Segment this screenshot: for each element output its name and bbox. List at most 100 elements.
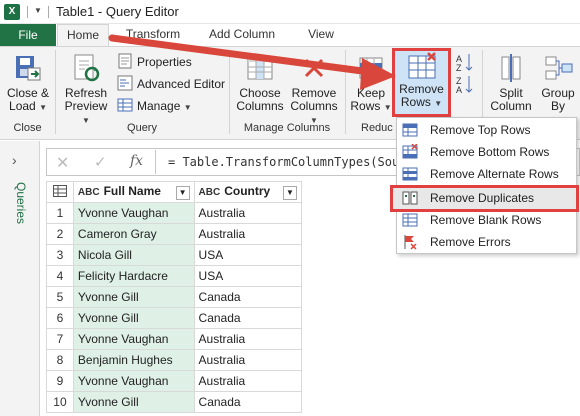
- table-row[interactable]: 2 Cameron Gray Australia: [46, 223, 303, 245]
- cell-full-name[interactable]: Yvonne Vaughan: [72, 328, 195, 350]
- properties-icon: [118, 53, 132, 69]
- menu-item-remove-alternate-rows[interactable]: Remove Alternate Rows: [397, 163, 576, 185]
- data-grid: ABC Full Name ▼ ABC Country ▼ 1 Yvonne Vaugha…: [46, 181, 303, 416]
- row-number[interactable]: 1: [46, 202, 74, 224]
- row-number[interactable]: 9: [46, 370, 74, 392]
- expand-nav-chevron-icon[interactable]: ›: [12, 152, 17, 168]
- excel-app-icon: X: [4, 4, 20, 20]
- row-number[interactable]: 5: [46, 286, 74, 308]
- column-filter-dropdown-icon[interactable]: ▼: [175, 186, 190, 200]
- title-bar-divider: [27, 6, 28, 18]
- group-by-icon: [545, 56, 573, 80]
- table-row[interactable]: 4 Felicity Hardacre USA: [46, 265, 303, 287]
- window-title: Table1 - Query Editor: [56, 4, 179, 19]
- row-number[interactable]: 4: [46, 265, 74, 287]
- group-label-query: Query: [127, 122, 157, 134]
- keep-rows-button[interactable]: Keep Rows ▼: [350, 50, 392, 120]
- column-header-country[interactable]: ABC Country ▼: [193, 181, 303, 203]
- tab-home[interactable]: Home: [57, 24, 109, 46]
- remove-blank-rows-icon: [402, 213, 418, 227]
- column-filter-dropdown-icon[interactable]: ▼: [283, 186, 297, 200]
- cell-country[interactable]: Canada: [193, 391, 303, 413]
- split-column-icon: [501, 54, 521, 82]
- row-number[interactable]: 10: [46, 391, 74, 413]
- table-row[interactable]: 10 Yvonne Gill Canada: [46, 391, 303, 413]
- text-type-icon: ABC: [77, 187, 100, 198]
- tab-add-column[interactable]: Add Column: [200, 24, 284, 46]
- cell-full-name[interactable]: Benjamin Hughes: [72, 349, 195, 371]
- cell-country[interactable]: USA: [193, 244, 303, 266]
- group-by-button[interactable]: Group By: [537, 50, 579, 120]
- remove-rows-button[interactable]: Remove Rows ▼: [395, 50, 448, 120]
- refresh-preview-button[interactable]: Refresh Preview ▼: [62, 50, 110, 125]
- column-header-full-name[interactable]: ABC Full Name ▼: [72, 181, 195, 203]
- menu-item-remove-bottom-rows[interactable]: Remove Bottom Rows: [397, 141, 576, 163]
- cell-country[interactable]: Canada: [193, 307, 303, 329]
- tab-view[interactable]: View: [300, 24, 342, 46]
- queries-nav-label[interactable]: Queries: [8, 182, 28, 262]
- row-number[interactable]: 8: [46, 349, 74, 371]
- table-row[interactable]: 5 Yvonne Gill Canada: [46, 286, 303, 308]
- cell-country[interactable]: Australia: [193, 370, 303, 392]
- advanced-editor-button[interactable]: Advanced Editor: [117, 74, 225, 94]
- remove-errors-icon: [404, 235, 417, 250]
- cell-country[interactable]: Canada: [193, 286, 303, 308]
- remove-rows-icon: [408, 52, 436, 79]
- text-type-icon: ABC: [198, 187, 221, 198]
- cell-country[interactable]: Australia: [193, 349, 303, 371]
- row-number[interactable]: 3: [46, 244, 74, 266]
- remove-columns-icon: [304, 58, 324, 78]
- table-row[interactable]: 1 Yvonne Vaughan Australia: [46, 202, 303, 224]
- manage-icon: [117, 98, 133, 112]
- group-label-manage-columns: Manage Columns: [243, 122, 331, 134]
- remove-top-rows-icon: [402, 123, 418, 137]
- row-number[interactable]: 7: [46, 328, 74, 350]
- cell-full-name[interactable]: Nicola Gill: [72, 244, 195, 266]
- formula-cancel-icon[interactable]: ✕: [56, 153, 69, 173]
- menu-item-remove-duplicates[interactable]: Remove Duplicates: [397, 187, 576, 209]
- table-row[interactable]: 9 Yvonne Vaughan Australia: [46, 370, 303, 392]
- formula-input[interactable]: = Table.TransformColumnTypes(Source: [168, 155, 421, 169]
- menu-item-remove-errors[interactable]: Remove Errors: [397, 231, 576, 253]
- menu-item-remove-top-rows[interactable]: Remove Top Rows: [397, 119, 576, 141]
- cell-full-name[interactable]: Felicity Hardacre: [72, 265, 195, 287]
- quick-access-dropdown-icon[interactable]: ▼: [32, 4, 44, 18]
- properties-button[interactable]: Properties: [117, 52, 192, 72]
- manage-button[interactable]: Manage ▼: [117, 96, 192, 116]
- cell-full-name[interactable]: Yvonne Gill: [72, 391, 195, 413]
- table-row[interactable]: 3 Nicola Gill USA: [46, 244, 303, 266]
- formula-confirm-icon[interactable]: ✓: [94, 153, 107, 171]
- formula-fx-icon[interactable]: fx: [130, 153, 143, 169]
- cell-full-name[interactable]: Yvonne Gill: [72, 307, 195, 329]
- choose-columns-button[interactable]: Choose Columns: [236, 50, 284, 120]
- svg-text:A: A: [456, 85, 462, 95]
- cell-country[interactable]: USA: [193, 265, 303, 287]
- keep-rows-icon: [359, 57, 383, 79]
- close-load-icon: [16, 56, 41, 81]
- cell-full-name[interactable]: Yvonne Gill: [72, 286, 195, 308]
- cell-country[interactable]: Australia: [193, 202, 303, 224]
- sort-buttons[interactable]: A Z Z A: [455, 52, 475, 96]
- remove-duplicates-icon: [402, 191, 418, 205]
- remove-columns-button[interactable]: Remove Columns ▼: [287, 50, 341, 125]
- cell-full-name[interactable]: Cameron Gray: [72, 223, 195, 245]
- table-row[interactable]: 7 Yvonne Vaughan Australia: [46, 328, 303, 350]
- table-row[interactable]: 8 Benjamin Hughes Australia: [46, 349, 303, 371]
- row-number[interactable]: 2: [46, 223, 74, 245]
- sort-ascending-icon: A Z Z A: [456, 54, 473, 95]
- tab-transform[interactable]: Transform: [118, 24, 188, 46]
- row-number[interactable]: 6: [46, 307, 74, 329]
- cell-country[interactable]: Australia: [193, 223, 303, 245]
- cell-country[interactable]: Australia: [193, 328, 303, 350]
- cell-full-name[interactable]: Yvonne Vaughan: [72, 202, 195, 224]
- tab-file[interactable]: File: [0, 24, 56, 46]
- cell-full-name[interactable]: Yvonne Vaughan: [72, 370, 195, 392]
- choose-columns-icon: [247, 56, 273, 80]
- table-row[interactable]: 6 Yvonne Gill Canada: [46, 307, 303, 329]
- menu-item-remove-blank-rows[interactable]: Remove Blank Rows: [397, 209, 576, 231]
- table-menu-icon[interactable]: [46, 181, 74, 203]
- close-load-button[interactable]: Close & Load ▼: [4, 50, 52, 120]
- group-label-close: Close: [13, 122, 42, 134]
- split-column-button[interactable]: Split Column ▼: [488, 50, 534, 125]
- refresh-icon: [74, 54, 100, 82]
